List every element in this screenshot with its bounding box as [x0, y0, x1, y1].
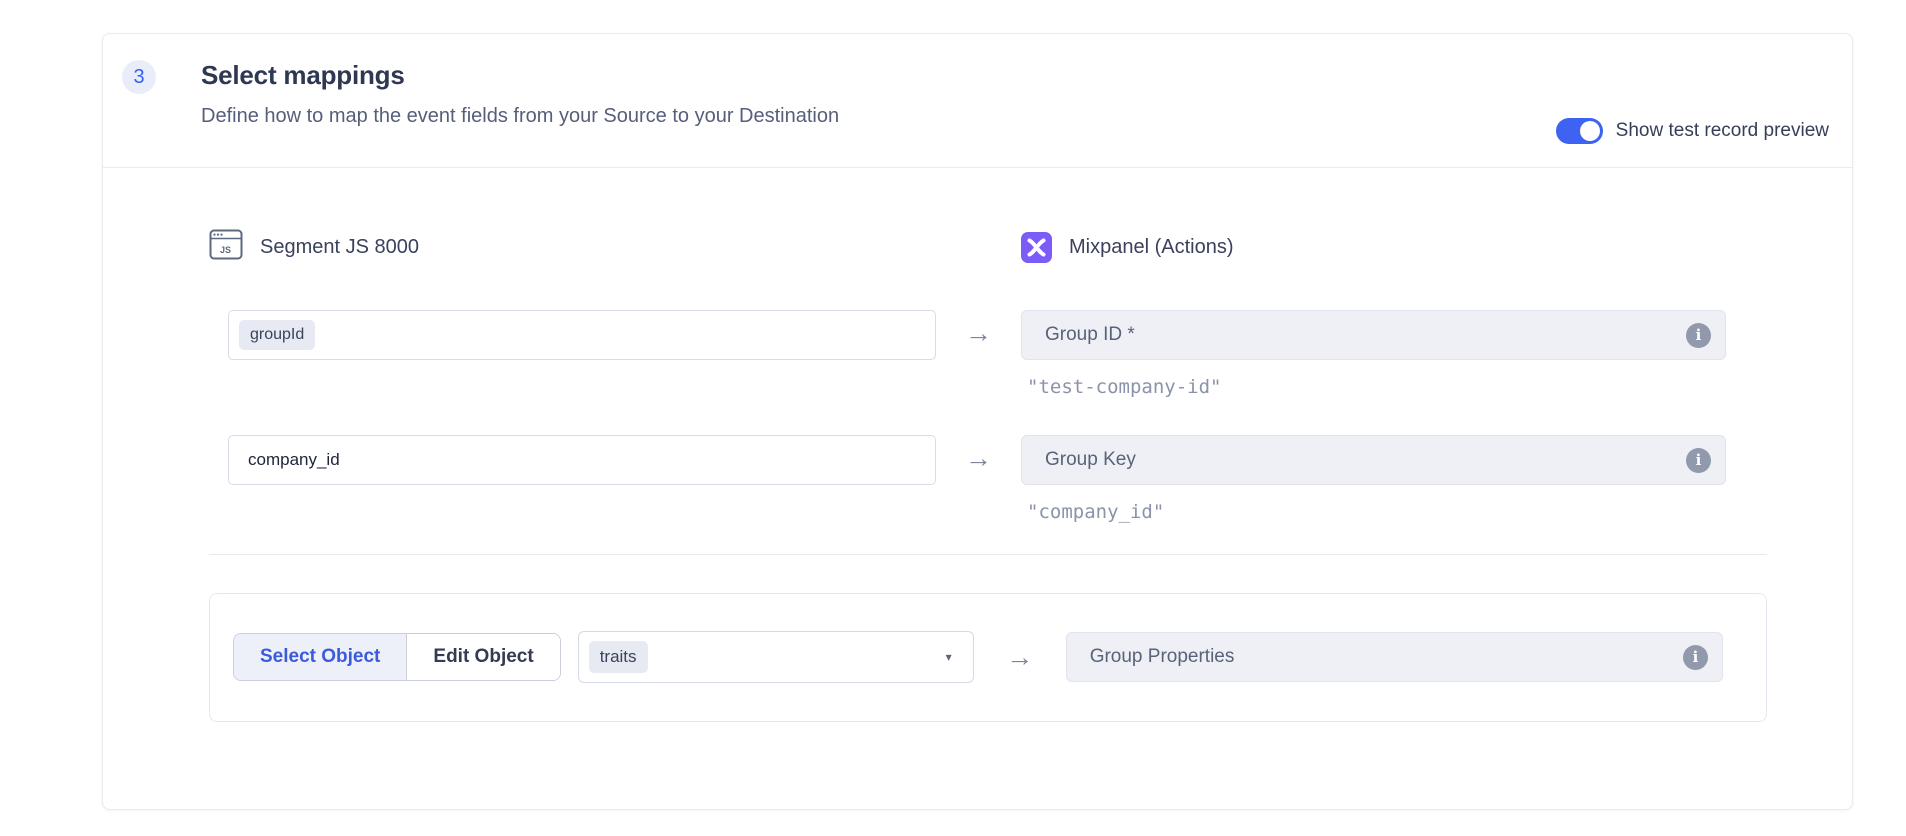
test-record-preview-value: "test-company-id" [1027, 376, 1726, 398]
source-token-chip: groupId [239, 320, 315, 350]
destination-cell: Group Key i "company_id" [1021, 435, 1726, 523]
info-icon[interactable]: i [1686, 448, 1711, 473]
mapping-row: groupId → Group ID * i "test-company-id" [228, 310, 1767, 398]
select-object-button[interactable]: Select Object [234, 634, 406, 680]
header-text: Select mappings Define how to map the ev… [201, 60, 839, 167]
object-mode-segmented-control: Select Object Edit Object [233, 633, 561, 681]
card-header: 3 Select mappings Define how to map the … [103, 34, 1852, 168]
object-mapping-container: Select Object Edit Object traits ▾ → Gro… [209, 593, 1767, 722]
destination-field: Group ID * i [1021, 310, 1726, 360]
destination-field: Group Properties i [1066, 632, 1723, 682]
test-record-preview-value: "company_id" [1027, 501, 1726, 523]
destination-field: Group Key i [1021, 435, 1726, 485]
edit-object-button[interactable]: Edit Object [406, 634, 559, 680]
mixpanel-icon [1021, 232, 1052, 263]
show-test-record-toggle[interactable] [1556, 118, 1603, 144]
source-field-input[interactable]: groupId [228, 310, 936, 360]
destination-cell: Group ID * i "test-company-id" [1021, 310, 1726, 398]
object-token-chip: traits [589, 641, 648, 673]
destination-column-header: Mixpanel (Actions) [1021, 232, 1234, 263]
test-preview-toggle-group: Show test record preview [1556, 118, 1829, 144]
arrow-right-icon: → [965, 445, 992, 472]
destination-field-label: Group Key [1045, 449, 1136, 471]
select-mappings-card: 3 Select mappings Define how to map the … [102, 33, 1853, 810]
arrow-cell: → [936, 310, 1021, 347]
browser-js-icon: JS [209, 229, 243, 266]
page-title: Select mappings [201, 60, 839, 91]
page-subtitle: Define how to map the event fields from … [201, 105, 839, 128]
svg-text:JS: JS [220, 245, 231, 255]
info-icon[interactable]: i [1686, 323, 1711, 348]
destination-field-label: Group ID * [1045, 324, 1135, 346]
toggle-label: Show test record preview [1616, 120, 1829, 142]
destination-cell: Group Properties i [1066, 632, 1723, 682]
step-number-badge: 3 [122, 60, 156, 94]
source-column-header: JS Segment JS 8000 [209, 229, 1021, 266]
arrow-cell: → [936, 435, 1021, 472]
arrow-right-icon: → [965, 320, 992, 347]
destination-field-label: Group Properties [1090, 646, 1235, 668]
toggle-knob [1580, 121, 1600, 141]
chevron-down-icon: ▾ [946, 650, 952, 664]
source-cell: groupId [228, 310, 936, 360]
arrow-right-icon: → [1006, 644, 1033, 671]
info-icon[interactable]: i [1683, 645, 1708, 670]
step-number: 3 [133, 66, 144, 89]
object-source-dropdown[interactable]: traits ▾ [578, 631, 974, 683]
destination-name: Mixpanel (Actions) [1069, 236, 1234, 259]
source-field-input[interactable] [228, 435, 936, 485]
card-body: JS Segment JS 8000 Mixpanel (Actions) [103, 229, 1852, 809]
source-name: Segment JS 8000 [260, 236, 419, 259]
source-cell [228, 435, 936, 485]
section-divider [209, 554, 1767, 555]
arrow-cell: → [974, 644, 1066, 671]
column-headers: JS Segment JS 8000 Mixpanel (Actions) [209, 229, 1767, 266]
mapping-row: → Group Key i "company_id" [228, 435, 1767, 523]
